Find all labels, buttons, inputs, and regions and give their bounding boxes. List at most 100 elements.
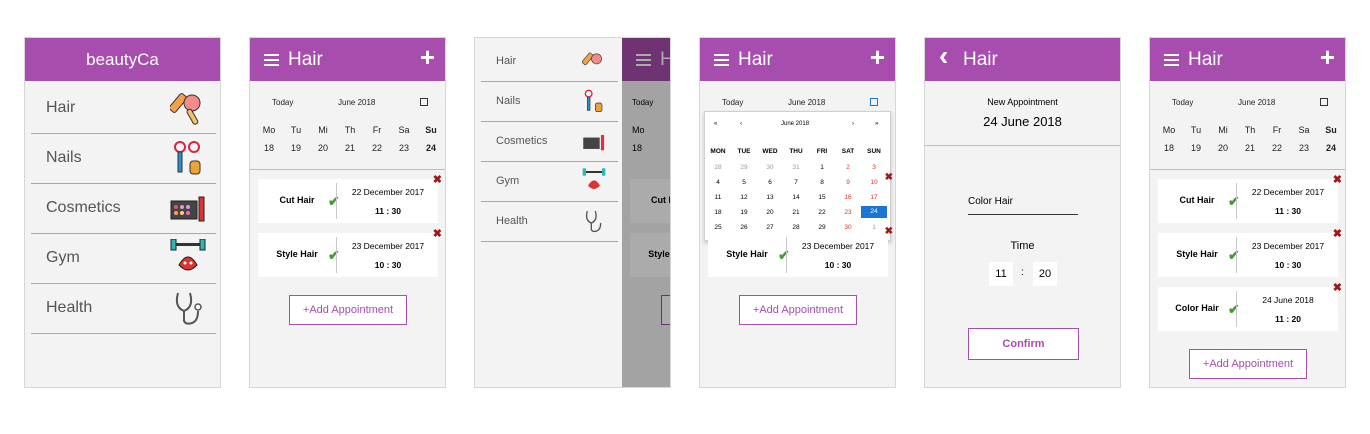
day-cell[interactable]: 20 bbox=[310, 143, 336, 153]
picker-day[interactable]: 22 bbox=[809, 209, 835, 216]
appointment-card[interactable]: Cut Hair ✔ 22 December 2017 11 : 30 ✖ bbox=[258, 174, 442, 223]
delete-icon[interactable]: ✖ bbox=[433, 227, 442, 240]
delete-icon[interactable]: ✖ bbox=[885, 226, 893, 237]
day-cell[interactable]: 20 bbox=[1210, 143, 1236, 153]
prev-month-button[interactable]: ‹ bbox=[740, 121, 742, 127]
day-cell-selected[interactable]: 24 bbox=[418, 143, 444, 153]
appointment-card[interactable]: Style Hair ✔ 23 December 2017 10 : 30 ✖ bbox=[1158, 228, 1342, 277]
picker-day[interactable]: 16 bbox=[835, 194, 861, 201]
picker-day[interactable]: 12 bbox=[731, 194, 757, 201]
appointment-card[interactable]: Style Hair ✔ 23 December 2017 10 : 30 ✖ bbox=[258, 228, 442, 277]
picker-day[interactable]: 6 bbox=[757, 179, 783, 186]
drawer-scrim[interactable] bbox=[622, 38, 670, 387]
picker-day[interactable]: 30 bbox=[757, 164, 783, 171]
picker-day[interactable]: 23 bbox=[835, 209, 861, 216]
add-appointment-button[interactable]: +Add Appointment bbox=[289, 295, 407, 325]
picker-day[interactable]: 14 bbox=[783, 194, 809, 201]
picker-day[interactable]: 8 bbox=[809, 179, 835, 186]
menu-item-hair[interactable]: Hair bbox=[31, 84, 216, 134]
menu-icon[interactable] bbox=[1164, 54, 1179, 66]
picker-day[interactable]: 25 bbox=[705, 224, 731, 231]
picker-day[interactable]: 18 bbox=[705, 209, 731, 216]
picker-day[interactable]: 3 bbox=[861, 164, 887, 171]
confirm-button[interactable]: Confirm bbox=[968, 328, 1079, 360]
day-cell[interactable]: 19 bbox=[283, 143, 309, 153]
minute-input[interactable]: 20 bbox=[1033, 262, 1057, 286]
picker-day[interactable]: 1 bbox=[809, 164, 835, 171]
picker-day[interactable]: 29 bbox=[731, 164, 757, 171]
drawer-item-nails[interactable]: Nails bbox=[481, 82, 618, 122]
picker-day[interactable]: 20 bbox=[757, 209, 783, 216]
calendar-icon[interactable] bbox=[1320, 98, 1328, 106]
add-icon[interactable]: + bbox=[870, 44, 885, 70]
menu-item-cosmetics[interactable]: Cosmetics bbox=[31, 184, 216, 234]
calendar-icon[interactable] bbox=[420, 98, 428, 106]
day-cell[interactable]: 18 bbox=[1156, 143, 1182, 153]
delete-icon[interactable]: ✖ bbox=[1333, 173, 1342, 186]
drawer-item-hair[interactable]: Hair bbox=[481, 42, 618, 82]
appointment-card[interactable]: Color Hair ✔ 24 June 2018 11 : 20 ✖ bbox=[1158, 282, 1342, 331]
picker-day[interactable]: 13 bbox=[757, 194, 783, 201]
picker-day[interactable]: 7 bbox=[783, 179, 809, 186]
hour-input[interactable]: 11 bbox=[989, 262, 1013, 286]
picker-day[interactable]: 19 bbox=[731, 209, 757, 216]
add-icon[interactable]: + bbox=[420, 44, 435, 70]
day-cell[interactable]: 21 bbox=[337, 143, 363, 153]
delete-icon[interactable]: ✖ bbox=[1333, 227, 1342, 240]
picker-day[interactable]: 21 bbox=[783, 209, 809, 216]
add-icon[interactable]: + bbox=[1320, 44, 1335, 70]
day-cell[interactable]: 19 bbox=[1183, 143, 1209, 153]
day-cell[interactable]: 23 bbox=[391, 143, 417, 153]
picker-day-selected[interactable]: 24 bbox=[861, 206, 887, 218]
picker-day[interactable]: 28 bbox=[705, 164, 731, 171]
appointment-time: 11 : 30 bbox=[375, 206, 401, 216]
picker-day[interactable]: 28 bbox=[783, 224, 809, 231]
today-button[interactable]: Today bbox=[722, 98, 743, 107]
picker-day[interactable]: 31 bbox=[783, 164, 809, 171]
drawer-item-health[interactable]: Health bbox=[481, 202, 618, 242]
menu-item-gym[interactable]: Gym bbox=[31, 234, 216, 284]
picker-day[interactable]: 1 bbox=[861, 224, 887, 231]
appointment-date: 23 December 2017 bbox=[351, 241, 425, 251]
picker-day[interactable]: 2 bbox=[835, 164, 861, 171]
next-month-button[interactable]: › bbox=[852, 121, 854, 127]
prev-year-button[interactable]: « bbox=[714, 121, 717, 127]
picker-day[interactable]: 4 bbox=[705, 179, 731, 186]
calendar-icon[interactable] bbox=[870, 98, 878, 106]
appointment-card[interactable]: Cut Hair ✔ 22 December 2017 11 : 30 ✖ bbox=[1158, 174, 1342, 223]
picker-day[interactable]: 15 bbox=[809, 194, 835, 201]
picker-day[interactable]: 11 bbox=[705, 194, 731, 201]
drawer-item-gym[interactable]: Gym bbox=[481, 162, 618, 202]
menu-item-health[interactable]: Health bbox=[31, 284, 216, 334]
day-cell[interactable]: 23 bbox=[1291, 143, 1317, 153]
appointment-card[interactable]: Style Hair ✔ 23 December 2017 10 : 30 bbox=[708, 233, 888, 277]
day-cell[interactable]: 22 bbox=[364, 143, 390, 153]
day-cell-selected[interactable]: 24 bbox=[1318, 143, 1344, 153]
picker-day[interactable]: 5 bbox=[731, 179, 757, 186]
drawer-item-cosmetics[interactable]: Cosmetics bbox=[481, 122, 618, 162]
picker-day[interactable]: 30 bbox=[835, 224, 861, 231]
menu-item-nails[interactable]: Nails bbox=[31, 134, 216, 184]
today-button[interactable]: Today bbox=[272, 98, 293, 107]
day-cell[interactable]: 22 bbox=[1264, 143, 1290, 153]
add-appointment-button[interactable]: +Add Appointment bbox=[1189, 349, 1307, 379]
back-icon[interactable]: ‹ bbox=[939, 42, 948, 70]
picker-day[interactable]: 10 bbox=[861, 179, 887, 186]
picker-day[interactable]: 17 bbox=[861, 194, 887, 201]
delete-icon[interactable]: ✖ bbox=[885, 172, 893, 183]
picker-day[interactable]: 27 bbox=[757, 224, 783, 231]
picker-day[interactable]: 29 bbox=[809, 224, 835, 231]
day-cell[interactable]: 21 bbox=[1237, 143, 1263, 153]
menu-icon[interactable] bbox=[264, 54, 279, 66]
next-year-button[interactable]: » bbox=[875, 121, 878, 127]
picker-month-label[interactable]: June 2018 bbox=[781, 121, 809, 127]
picker-day[interactable]: 9 bbox=[835, 179, 861, 186]
add-appointment-button[interactable]: +Add Appointment bbox=[739, 295, 857, 325]
picker-day[interactable]: 26 bbox=[731, 224, 757, 231]
delete-icon[interactable]: ✖ bbox=[1333, 281, 1342, 294]
menu-icon[interactable] bbox=[714, 54, 729, 66]
delete-icon[interactable]: ✖ bbox=[433, 173, 442, 186]
service-input[interactable]: Color Hair bbox=[968, 196, 1078, 215]
today-button[interactable]: Today bbox=[1172, 98, 1193, 107]
day-cell[interactable]: 18 bbox=[256, 143, 282, 153]
